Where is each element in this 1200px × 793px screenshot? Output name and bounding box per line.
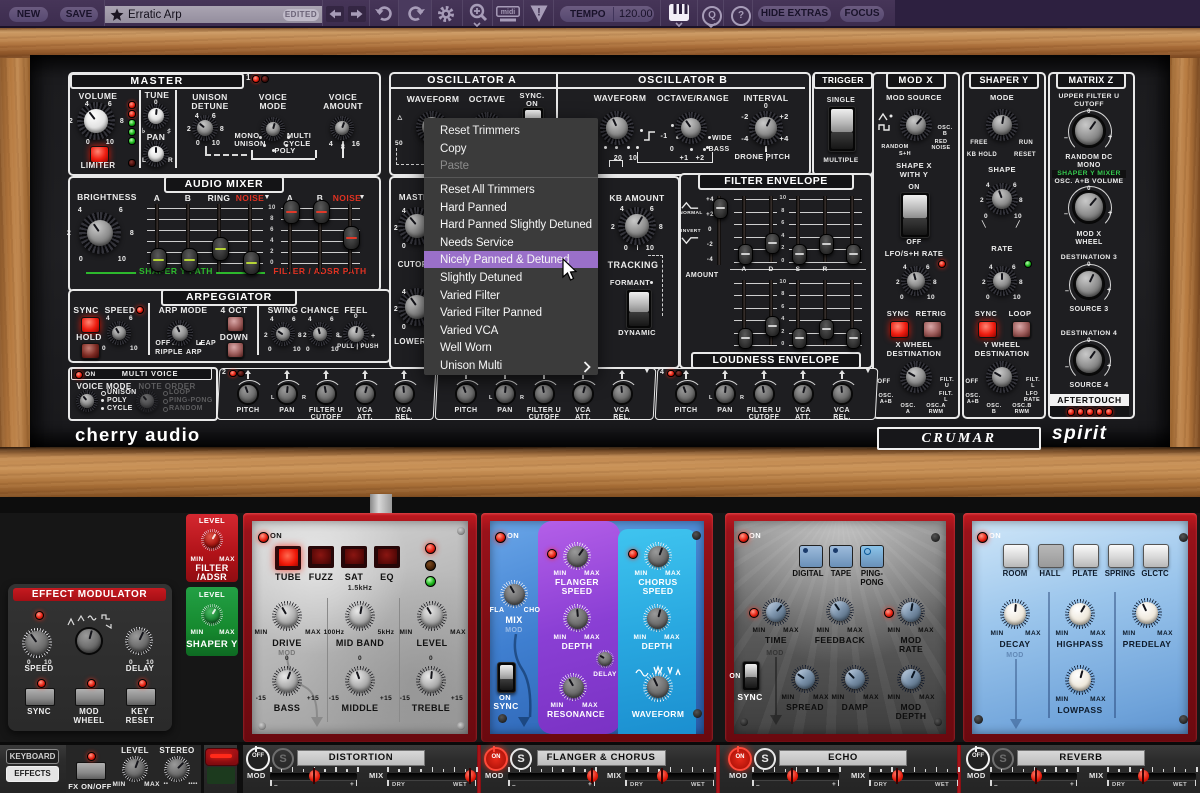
svg-text:midi: midi (501, 9, 515, 16)
svg-text:!: ! (537, 7, 541, 19)
